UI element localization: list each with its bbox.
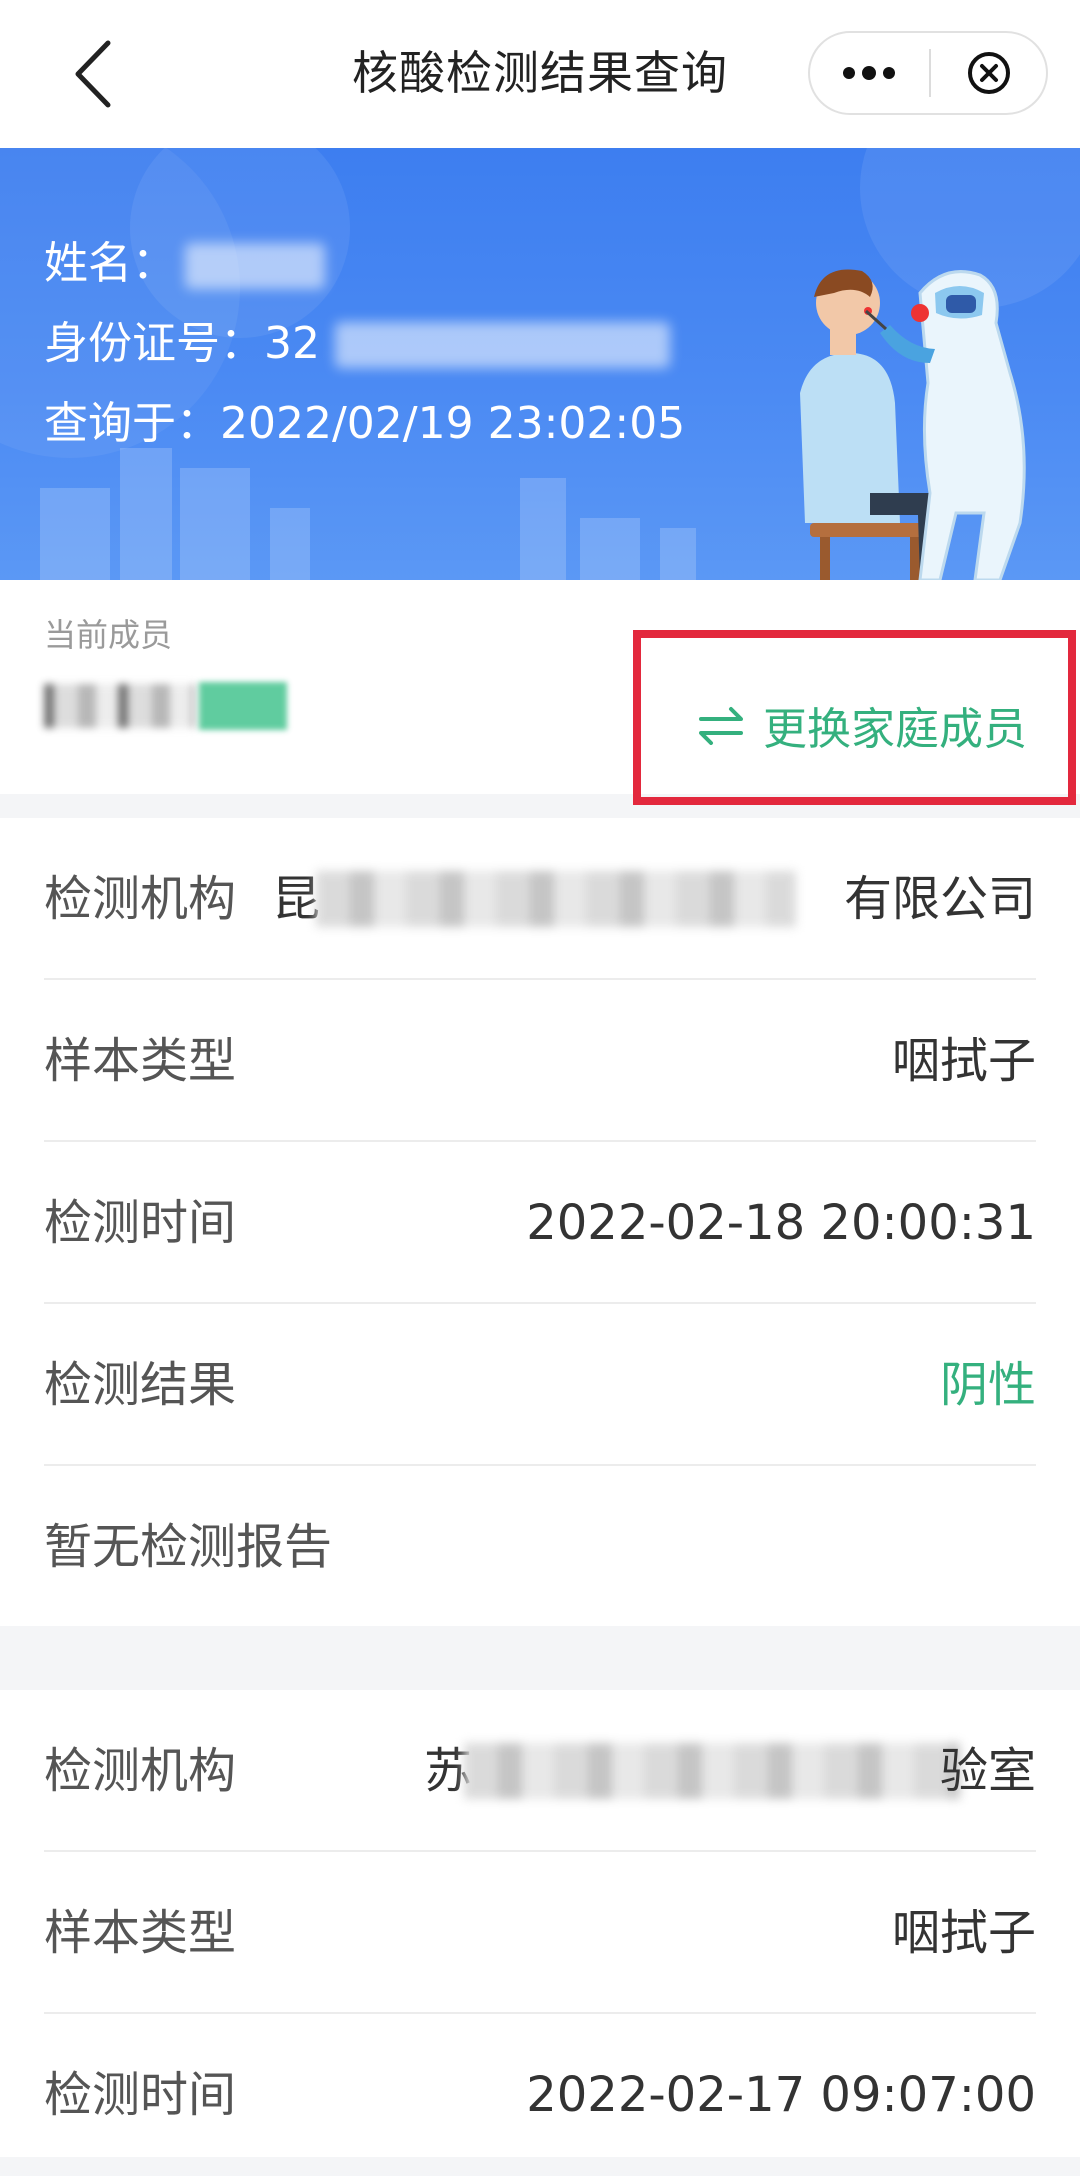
- swab-test-illustration: [800, 269, 1026, 580]
- more-dots-icon: [843, 66, 895, 80]
- test-time-label: 检测时间: [44, 1195, 237, 1251]
- test-org-row: 检测机构 苏 验室: [44, 1690, 1036, 1852]
- test-result-row: 检测结果 阴性: [44, 1304, 1036, 1466]
- mini-program-capsule: [808, 31, 1048, 115]
- query-time-line: 查询于：2022/02/19 23:02:05: [44, 394, 685, 454]
- sample-type-row: 样本类型 咽拭子: [44, 1852, 1036, 2014]
- id-prefix: 32: [264, 318, 320, 369]
- test-org-end: 验室: [939, 1743, 1036, 1799]
- test-result-value: 阴性: [939, 1357, 1036, 1413]
- test-org-redaction: [464, 1743, 960, 1799]
- query-time-label: 查询于：: [44, 398, 220, 449]
- page-title: 核酸检测结果查询: [352, 46, 728, 100]
- current-member-label: 当前成员: [44, 616, 173, 654]
- name-redaction: [185, 243, 325, 289]
- sample-type-value: 咽拭子: [891, 1905, 1036, 1961]
- id-label: 身份证号：: [44, 318, 264, 369]
- test-org-label: 检测机构: [44, 1743, 237, 1799]
- test-time-row: 检测时间 2022-02-18 20:00:31: [44, 1142, 1036, 1304]
- info-banner: 姓名：⁠ 身份证号：32 查询于：2022/02/19 23:02:05: [0, 148, 1080, 580]
- test-record-card: 检测机构 苏 验室 样本类型 咽拭子 检测时间 2022-02-17 09:07…: [0, 1690, 1080, 2157]
- query-time-value: 2022/02/19 23:02:05: [220, 398, 686, 449]
- test-report-row[interactable]: 暂无检测报告: [44, 1466, 1036, 1628]
- close-button[interactable]: [931, 33, 1046, 113]
- test-org-row: 检测机构 昆 有限公司: [44, 818, 1036, 980]
- test-org-label: 检测机构: [44, 871, 237, 927]
- sample-type-label: 样本类型: [44, 1905, 237, 1961]
- sample-type-label: 样本类型: [44, 1033, 237, 1089]
- navigation-bar: 核酸检测结果查询: [0, 0, 1080, 148]
- sample-type-value: 咽拭子: [891, 1033, 1036, 1089]
- test-time-label: 检测时间: [44, 2067, 237, 2123]
- chevron-left-icon: [75, 40, 111, 108]
- name-label: 姓名：: [44, 238, 176, 289]
- back-button[interactable]: [50, 32, 134, 116]
- highlight-annotation-box: [633, 630, 1076, 805]
- test-org-start: 昆: [272, 871, 321, 927]
- test-org-redaction: [316, 871, 796, 927]
- name-line: 姓名：⁠: [44, 234, 176, 294]
- test-org-end: 有限公司: [843, 871, 1036, 927]
- close-circle-icon: [967, 52, 1010, 94]
- id-line: 身份证号：32: [44, 314, 320, 374]
- more-button[interactable]: [810, 33, 928, 113]
- test-time-row: 检测时间 2022-02-17 09:07:00: [44, 2014, 1036, 2176]
- member-name-redacted: [44, 678, 287, 732]
- test-result-label: 检测结果: [44, 1357, 237, 1413]
- test-time-value: 2022-02-18 20:00:31: [526, 1195, 1036, 1251]
- test-report-text: 暂无检测报告: [44, 1519, 333, 1575]
- sample-type-row: 样本类型 咽拭子: [44, 980, 1036, 1142]
- id-redaction: [335, 322, 670, 368]
- test-time-value: 2022-02-17 09:07:00: [526, 2067, 1036, 2123]
- test-record-card: 检测机构 昆 有限公司 样本类型 咽拭子 检测时间 2022-02-18 20:…: [0, 818, 1080, 1626]
